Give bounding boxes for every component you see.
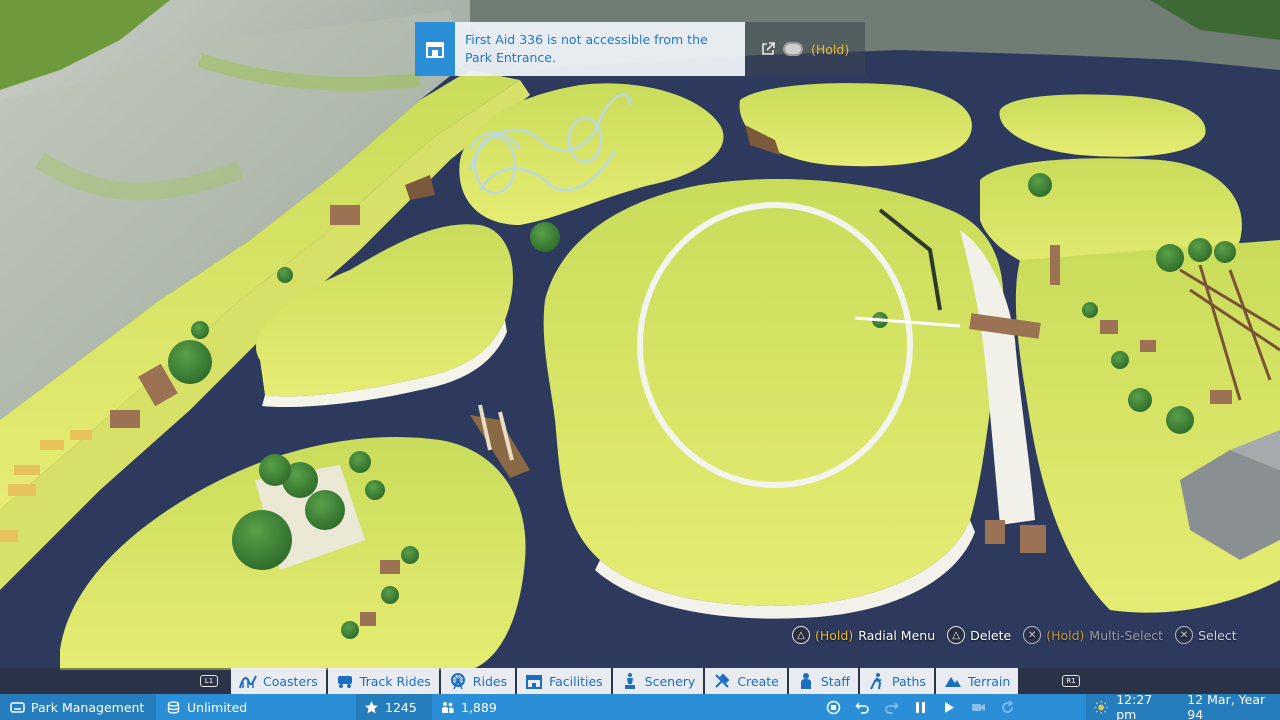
tab-terrain[interactable]: Terrain xyxy=(935,668,1019,694)
statue-icon xyxy=(624,673,635,689)
play-icon[interactable] xyxy=(942,700,957,715)
path-icon xyxy=(870,673,882,690)
notification-message: First Aid 336 is not accessible from the… xyxy=(455,22,745,76)
first-aid-stall-icon xyxy=(415,22,455,76)
refresh-icon[interactable] xyxy=(1000,699,1015,715)
tab-staff[interactable]: Staff xyxy=(788,668,858,694)
staff-icon xyxy=(800,673,811,689)
tab-rides[interactable]: Rides xyxy=(440,668,516,694)
mountain-icon xyxy=(944,677,961,687)
money-display[interactable]: Unlimited xyxy=(164,694,354,720)
r1-bumper-icon: R1 xyxy=(1062,675,1080,687)
notification-hold-label: (Hold) xyxy=(811,41,850,57)
notification-banner[interactable]: First Aid 336 is not accessible from the… xyxy=(415,22,865,76)
park-management-icon xyxy=(10,701,25,713)
coins-icon xyxy=(167,700,180,714)
tab-create[interactable]: Create xyxy=(705,668,787,694)
triangle-button-icon: △ xyxy=(947,626,966,644)
hint-delete: △ Delete xyxy=(947,626,1011,644)
camera-icon[interactable] xyxy=(971,700,986,715)
ferris-wheel-icon xyxy=(450,673,465,690)
tab-coasters[interactable]: Coasters xyxy=(231,668,326,694)
guest-count-display[interactable]: 1,889 xyxy=(434,694,554,720)
status-bar: Park Management Unlimited 1245 1,889 12:… xyxy=(0,692,1280,720)
open-external-icon[interactable] xyxy=(761,42,775,56)
date-time-display[interactable]: 12:27 pm 12 Mar, Year 94 xyxy=(1086,692,1280,720)
touchpad-button-icon xyxy=(783,42,803,56)
cross-button-icon: ✕ xyxy=(1023,626,1042,644)
park-rating-display[interactable]: 1245 xyxy=(356,694,432,720)
star-icon xyxy=(365,700,378,713)
triangle-button-icon: △ xyxy=(792,626,810,644)
tab-track-rides[interactable]: Track Rides xyxy=(327,668,439,694)
notification-actions[interactable]: (Hold) xyxy=(745,22,865,76)
pause-icon[interactable] xyxy=(913,700,928,715)
hint-radial-menu: △ (Hold) Radial Menu xyxy=(792,626,935,644)
build-toolbar: L1 Coasters Track Rides Rides Facilities… xyxy=(0,668,1280,694)
time-controls xyxy=(824,694,1074,720)
l1-bumper-icon: L1 xyxy=(200,675,218,687)
cross-button-icon: ✕ xyxy=(1175,626,1194,644)
sun-icon xyxy=(1094,700,1108,714)
park-management-button[interactable]: Park Management xyxy=(0,694,156,720)
game-time: 12:27 pm xyxy=(1116,692,1153,720)
track-ride-icon xyxy=(337,676,352,688)
shop-icon xyxy=(526,675,543,689)
tools-icon xyxy=(715,673,730,688)
game-date: 12 Mar, Year 94 xyxy=(1187,692,1266,720)
tab-scenery[interactable]: Scenery xyxy=(612,668,704,694)
guests-icon xyxy=(442,701,454,713)
hint-multi-select: ✕ (Hold) Multi-Select xyxy=(1023,626,1163,644)
stop-icon[interactable] xyxy=(826,700,841,715)
tab-facilities[interactable]: Facilities xyxy=(517,668,611,694)
park-world-view[interactable] xyxy=(0,0,1280,720)
coaster-icon xyxy=(239,675,257,689)
controller-hints: △ (Hold) Radial Menu △ Delete ✕ (Hold) M… xyxy=(792,624,1237,646)
build-tabs: Coasters Track Rides Rides Facilities Sc… xyxy=(231,668,1019,694)
redo-icon[interactable] xyxy=(884,700,899,715)
undo-icon[interactable] xyxy=(855,700,870,715)
tab-paths[interactable]: Paths xyxy=(859,668,934,694)
hint-select: ✕ Select xyxy=(1175,626,1237,644)
